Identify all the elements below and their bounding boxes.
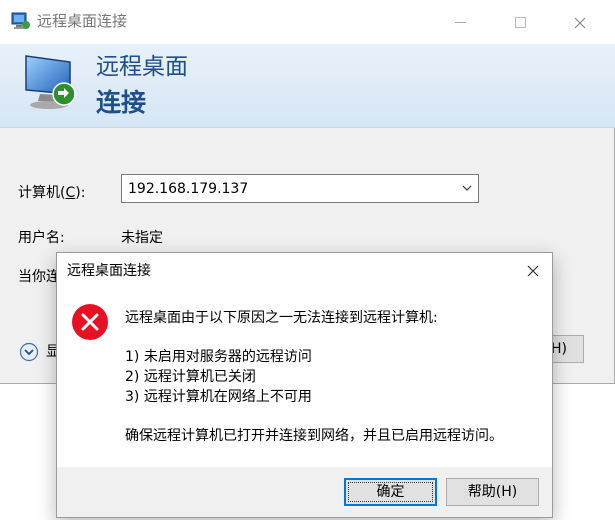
reason-item: 2) 远程计算机已关闭: [125, 369, 256, 385]
close-window-button[interactable]: [557, 0, 603, 44]
prompt-text: 当你连: [18, 269, 60, 285]
minimize-icon: [454, 22, 466, 23]
ok-button[interactable]: 确定: [344, 478, 437, 506]
main-titlebar[interactable]: 远程桌面连接: [0, 0, 615, 44]
chevron-down-icon[interactable]: [462, 184, 472, 192]
focus-ring: [348, 482, 433, 502]
banner-title-line2: 连接: [96, 88, 147, 117]
maximize-button[interactable]: [497, 0, 543, 44]
resolution-hint: 确保远程计算机已打开并连接到网络，并且已启用远程访问。: [125, 428, 503, 444]
remote-desktop-monitor-icon: [25, 55, 76, 109]
window-title: 远程桌面连接: [37, 12, 128, 30]
error-message: 远程桌面由于以下原因之一无法连接到远程计算机:: [125, 310, 438, 326]
computer-label: 计算机(C):: [18, 185, 86, 201]
rdp-banner: 远程桌面 连接: [0, 44, 615, 128]
help-button[interactable]: 帮助(H): [446, 478, 539, 506]
maximize-icon: [514, 17, 526, 28]
remote-desktop-icon: [11, 12, 30, 29]
close-icon: [574, 17, 586, 28]
reason-item: 1) 未启用对服务器的远程访问: [125, 349, 312, 365]
error-dialog: 远程桌面连接 远程桌面由于以下原因之一无法连接到远程计算机: 1) 未启用对服务…: [56, 252, 553, 518]
dialog-title: 远程桌面连接: [67, 263, 151, 279]
minimize-button[interactable]: [437, 0, 483, 44]
dialog-close-icon[interactable]: [518, 257, 548, 285]
banner-title-line1: 远程桌面: [96, 54, 188, 80]
computer-value: 192.168.179.137: [128, 181, 249, 197]
user-value: 未指定: [121, 230, 163, 246]
error-icon: [72, 304, 108, 340]
dialog-footer: 确定 帮助(H): [57, 467, 552, 517]
user-label: 用户名:: [18, 230, 65, 246]
computer-combobox[interactable]: 192.168.179.137: [121, 174, 479, 203]
show-options-toggle-icon[interactable]: [19, 342, 39, 362]
reason-item: 3) 远程计算机在网络上不可用: [125, 389, 312, 405]
